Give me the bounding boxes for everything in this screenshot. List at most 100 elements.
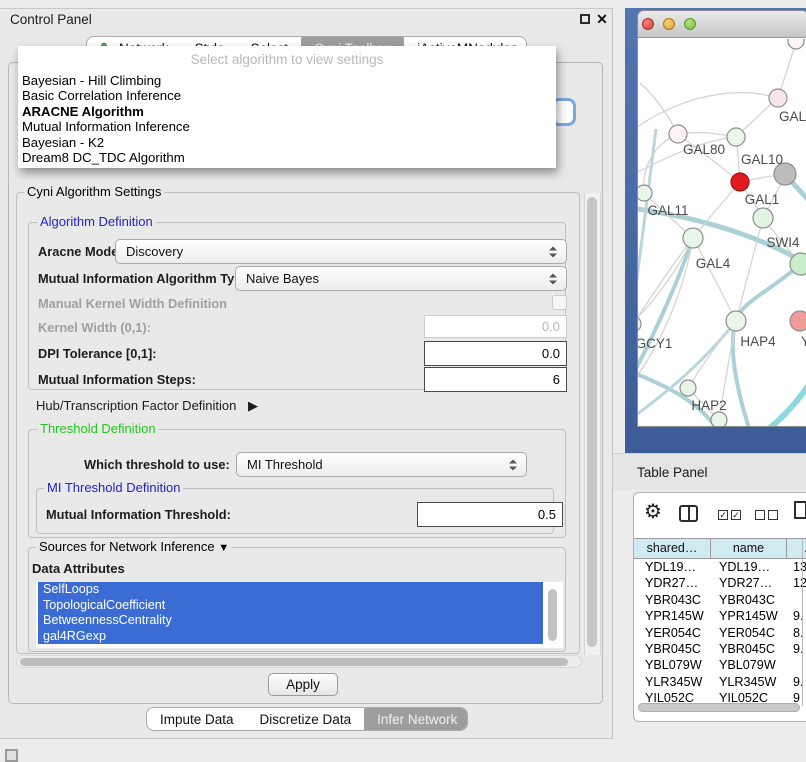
network-window-titlebar[interactable] — [638, 11, 806, 38]
data-attribute-item[interactable]: TopologicalCoefficient — [38, 598, 543, 614]
mi-type-label: Mutual Information Algorithm Type: — [38, 271, 253, 286]
apply-button[interactable]: Apply — [268, 673, 338, 696]
tab-impute-data[interactable]: Impute Data — [147, 707, 247, 731]
manual-kernel-checkbox[interactable] — [552, 295, 567, 310]
panel-grip-icon[interactable] — [5, 749, 18, 762]
threshold-definition-title: Threshold Definition — [37, 422, 159, 436]
column-header-name[interactable]: name — [711, 539, 787, 558]
minimize-window-icon[interactable] — [663, 18, 675, 30]
network-node[interactable] — [753, 208, 773, 228]
table-cell: YDR27… — [634, 575, 711, 591]
gear-icon[interactable]: ⚙ — [644, 499, 662, 524]
which-threshold-combobox[interactable]: MI Threshold — [236, 452, 527, 477]
aracne-mode-label: Aracne Mode: — [38, 244, 123, 259]
data-attribute-item[interactable]: gal4RGexp — [38, 629, 543, 645]
network-node[interactable] — [731, 173, 749, 191]
which-threshold-label: Which threshold to use: — [84, 457, 230, 472]
table-cell: YLR345W — [711, 674, 787, 690]
network-node[interactable] — [680, 380, 696, 396]
table-row[interactable]: YIL052CYIL052C9 — [634, 690, 806, 702]
network-node[interactable] — [711, 412, 727, 426]
aracne-mode-combobox[interactable]: Discovery — [115, 239, 567, 264]
data-attribute-item[interactable]: SelfLoops — [38, 582, 543, 598]
mi-threshold-field[interactable]: 0.5 — [417, 502, 563, 527]
settings-vertical-scrollbar[interactable] — [584, 193, 601, 655]
horizontal-scrollbar-thumb[interactable] — [20, 658, 568, 666]
network-node[interactable] — [788, 39, 804, 49]
table-cell: YPR145W — [711, 608, 787, 624]
settings-horizontal-scrollbar[interactable] — [16, 655, 582, 668]
network-node[interactable] — [769, 89, 787, 107]
algorithm-option[interactable]: Bayesian - K2 — [18, 135, 556, 150]
table-row[interactable]: YDL19…YDL19…13 — [634, 559, 806, 575]
columns-icon[interactable] — [679, 505, 698, 522]
algorithm-dropdown-list: Bayesian - Hill ClimbingBasic Correlatio… — [18, 73, 556, 165]
tab-infer-network[interactable]: Infer Network — [364, 707, 468, 731]
checked-checkbox-icon[interactable]: ✓ — [718, 510, 728, 520]
table-row[interactable]: YDR27…YDR27…12 — [634, 575, 806, 591]
network-window[interactable]: GALGAL80GAL10GAL1GAL11SWI4GAL4GCY1HAP4YH… — [637, 10, 806, 427]
table-cell: 9. — [787, 674, 806, 690]
table-row[interactable]: YBL079WYBL079W — [634, 657, 806, 673]
table-cell: YLR345W — [634, 674, 711, 690]
column-header-third[interactable]: A — [787, 539, 806, 558]
node-label: Y — [801, 334, 806, 349]
float-panel-icon[interactable] — [580, 14, 590, 24]
algorithm-option[interactable]: Bayesian - Hill Climbing — [18, 73, 556, 88]
network-node[interactable] — [638, 316, 641, 332]
tab-discretize-data[interactable]: Discretize Data — [247, 707, 365, 731]
algorithm-option[interactable]: Basic Correlation Inference — [18, 88, 556, 103]
table-cell: 9 — [787, 690, 806, 702]
algorithm-option[interactable]: Mutual Information Inference — [18, 119, 556, 134]
checked-checkbox-icon[interactable]: ✓ — [731, 510, 741, 520]
node-label: GAL11 — [647, 203, 688, 218]
algorithm-dropdown-popup: Select algorithm to view settings Bayesi… — [18, 46, 556, 168]
mi-steps-value: 6 — [425, 368, 560, 392]
network-node[interactable] — [727, 128, 745, 146]
table-cell: YIL052C — [634, 690, 711, 702]
table-row[interactable]: YER054CYER054C8. — [634, 625, 806, 641]
mi-type-combobox[interactable]: Naive Bayes — [235, 266, 567, 291]
vertical-scrollbar-thumb[interactable] — [587, 197, 597, 647]
table-panel-title: Table Panel — [613, 453, 806, 490]
network-node[interactable] — [790, 253, 806, 275]
dpi-tolerance-field[interactable]: 0.0 — [424, 341, 567, 366]
network-node[interactable] — [726, 311, 746, 331]
sources-title-text: Sources for Network Inference — [39, 539, 215, 554]
expand-right-arrow-icon[interactable]: ▶ — [248, 398, 258, 413]
network-node[interactable] — [790, 311, 806, 331]
table-row[interactable]: YLR345WYLR345W9. — [634, 674, 806, 690]
node-label: SWI4 — [766, 235, 799, 250]
table-cell: YBL079W — [634, 657, 711, 673]
column-header-shared[interactable]: shared… — [634, 539, 711, 558]
network-node[interactable] — [669, 125, 687, 143]
data-attributes-label: Data Attributes — [32, 561, 125, 576]
table-row[interactable]: YBR043CYBR043C — [634, 592, 806, 608]
list-scrollbar-thumb[interactable] — [548, 589, 557, 641]
control-panel-title: Control Panel — [10, 12, 92, 27]
hub-definition-toggle[interactable]: Hub/Transcription Factor Definition ▶ — [36, 398, 258, 414]
zoom-window-icon[interactable] — [684, 18, 696, 30]
data-attributes-items: SelfLoopsTopologicalCoefficientBetweenne… — [36, 582, 563, 644]
table-cell: YPR145W — [634, 608, 711, 624]
network-canvas[interactable]: GALGAL80GAL10GAL1GAL11SWI4GAL4GCY1HAP4YH… — [638, 39, 806, 426]
network-node[interactable] — [683, 228, 703, 248]
table-row[interactable]: YPR145WYPR145W9. — [634, 608, 806, 624]
table-header-row: shared… name A — [634, 538, 806, 559]
kernel-width-field[interactable]: 0.0 — [424, 315, 567, 338]
collapse-down-arrow-icon[interactable]: ▼ — [218, 542, 229, 554]
unchecked-checkbox-icon[interactable] — [768, 510, 778, 520]
table-row[interactable]: YBR045CYBR045C9. — [634, 641, 806, 657]
unchecked-checkbox-icon[interactable] — [755, 510, 765, 520]
table-horizontal-scrollbar-thumb[interactable] — [638, 703, 800, 712]
manual-kernel-label: Manual Kernel Width Definition — [38, 296, 227, 311]
close-window-icon[interactable] — [642, 18, 654, 30]
which-threshold-value: MI Threshold — [247, 453, 526, 476]
close-panel-icon[interactable]: ✕ — [594, 10, 610, 28]
mi-steps-field[interactable]: 6 — [424, 367, 567, 392]
algorithm-option[interactable]: Dream8 DC_TDC Algorithm — [18, 150, 556, 165]
algorithm-option[interactable]: ARACNE Algorithm — [18, 104, 556, 119]
network-node[interactable] — [638, 185, 652, 201]
new-table-icon[interactable] — [794, 501, 806, 519]
data-attribute-item[interactable]: BetweennessCentrality — [38, 613, 543, 629]
